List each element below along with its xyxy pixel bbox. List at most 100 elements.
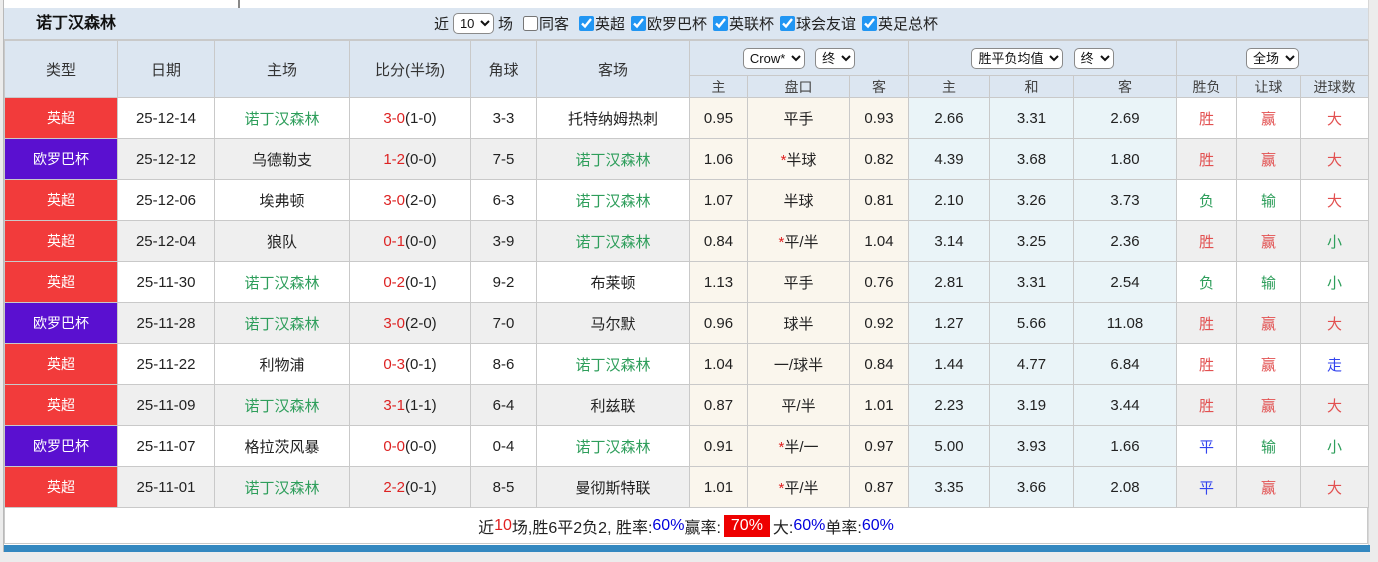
home-team-cell: 诺丁汉森林	[214, 466, 350, 508]
europe-home-odds: 2.23	[908, 384, 991, 426]
winloss-result: 胜	[1176, 97, 1238, 139]
summary-text: 大:	[772, 519, 794, 537]
sub-header-winloss: 胜负	[1176, 75, 1238, 98]
filter-controls: 近 10 场 同客 英超 欧罗巴杯 英联杯 球会友谊 英足总杯	[434, 13, 938, 35]
handicap-company-select[interactable]: Crow*	[742, 47, 805, 69]
winloss-result: 胜	[1176, 384, 1238, 426]
score-cell: 3-1(1-1)	[349, 384, 471, 426]
league-badge: 英超	[4, 97, 118, 139]
away-team-cell: 曼彻斯特联	[536, 466, 690, 508]
handicap-line-cell: 平手	[747, 261, 850, 303]
handicap-away-odds: 0.82	[848, 138, 910, 180]
same-away-label: 同客	[538, 16, 569, 33]
europe-home-odds: 3.35	[908, 466, 991, 508]
winloss-result: 胜	[1176, 343, 1238, 385]
sub-header-hcap-away: 客	[848, 75, 910, 98]
europe-draw-odds: 3.68	[989, 138, 1075, 180]
league-checkbox[interactable]	[780, 15, 796, 31]
europe-home-odds: 2.66	[908, 97, 991, 139]
europe-away-odds: 1.66	[1073, 425, 1178, 467]
halftime-score: (0-1)	[405, 478, 437, 496]
sub-header-hcap-home: 主	[689, 75, 748, 98]
handicap-away-odds: 0.92	[848, 302, 910, 344]
date-cell: 25-11-30	[117, 261, 215, 303]
europe-away-odds: 3.44	[1073, 384, 1178, 426]
home-team-cell: 诺丁汉森林	[214, 97, 350, 139]
halftime-score: (0-1)	[405, 355, 437, 373]
league-checkbox[interactable]	[713, 15, 729, 31]
winloss-result: 胜	[1176, 302, 1238, 344]
handicap-change-star: *	[778, 479, 785, 497]
goals-result: 大	[1300, 179, 1370, 221]
percent-value: 60%	[652, 516, 685, 534]
match-history-table: 类型 日期 主场 比分(半场) 角球 客场 Crow* 终 胜平负均值 终 全场	[4, 40, 1370, 508]
europe-home-odds: 2.81	[908, 261, 991, 303]
handicap-result: 赢	[1236, 384, 1302, 426]
handicap-home-odds: 0.96	[689, 302, 748, 344]
goals-result: 大	[1300, 302, 1370, 344]
percent-value: 60%	[793, 516, 826, 534]
sub-header-euro-home: 主	[908, 75, 991, 98]
win-rate-badge: 70%	[723, 514, 770, 537]
match-row: 欧罗巴杯 25-12-12 乌德勒支 1-2(0-0) 7-5 诺丁汉森林 1.06 *半球 0…	[4, 138, 1370, 180]
halftime-score: (1-1)	[405, 396, 437, 414]
europe-draw-odds: 3.93	[989, 425, 1075, 467]
match-row: 英超 25-11-09 诺丁汉森林 3-1(1-1) 6-4 利兹联 0.87 平/半 1.01…	[4, 384, 1370, 426]
league-badge: 英超	[4, 384, 118, 426]
goals-result: 大	[1300, 138, 1370, 180]
handicap-result: 输	[1236, 425, 1302, 467]
same-away-checkbox[interactable]	[522, 16, 538, 31]
handicap-time-select[interactable]: 终	[815, 47, 856, 69]
league-checkbox[interactable]	[862, 15, 878, 31]
league-filter: 欧罗巴杯	[625, 13, 707, 34]
handicap-away-odds: 0.93	[848, 97, 910, 139]
league-label: 英超	[594, 15, 625, 33]
summary-text: 单率:	[825, 519, 862, 537]
league-checkbox[interactable]	[578, 15, 594, 31]
date-cell: 25-11-07	[117, 425, 215, 467]
europe-odds-select[interactable]: 胜平负均值	[971, 47, 1064, 69]
result-group-header: 全场	[1176, 40, 1370, 76]
europe-draw-odds: 3.19	[989, 384, 1075, 426]
handicap-home-odds: 0.95	[689, 97, 748, 139]
match-row: 英超 25-11-01 诺丁汉森林 2-2(0-1) 8-5 曼彻斯特联 1.01 *平/半 0…	[4, 466, 1370, 508]
handicap-result: 输	[1236, 179, 1302, 221]
handicap-result: 赢	[1236, 220, 1302, 262]
score-cell: 3-0(2-0)	[349, 179, 471, 221]
score-cell: 0-2(0-1)	[349, 261, 471, 303]
away-team-cell: 布莱顿	[536, 261, 690, 303]
score-cell: 1-2(0-0)	[349, 138, 471, 180]
league-label: 欧罗巴杯	[647, 15, 708, 33]
result-scope-select[interactable]: 全场	[1246, 47, 1300, 69]
match-row: 英超 25-12-04 狼队 0-1(0-0) 3-9 诺丁汉森林 0.84 *平/半 1.04…	[4, 220, 1370, 262]
home-team-cell: 诺丁汉森林	[214, 302, 350, 344]
europe-draw-odds: 3.25	[989, 220, 1075, 262]
col-header-away: 客场	[536, 40, 690, 98]
sub-header-goals: 进球数	[1300, 75, 1370, 98]
league-badge: 欧罗巴杯	[4, 138, 118, 180]
score-cell: 0-0(0-0)	[349, 425, 471, 467]
handicap-line-cell: *半/一	[747, 425, 850, 467]
europe-home-odds: 5.00	[908, 425, 991, 467]
recent-count-select[interactable]: 10	[452, 13, 494, 34]
handicap-line-cell: 平/半	[747, 384, 850, 426]
league-checkbox[interactable]	[631, 15, 646, 31]
handicap-line-cell: 平手	[747, 97, 850, 139]
handicap-away-odds: 0.87	[848, 466, 910, 508]
date-cell: 25-12-12	[117, 138, 215, 180]
league-badge: 欧罗巴杯	[4, 425, 118, 467]
sub-header-euro-away: 客	[1073, 75, 1178, 98]
handicap-away-odds: 0.76	[848, 261, 910, 303]
sub-header-euro-draw: 和	[989, 75, 1075, 98]
date-cell: 25-11-28	[117, 302, 215, 344]
europe-away-odds: 3.73	[1073, 179, 1178, 221]
europe-time-select[interactable]: 终	[1073, 47, 1114, 69]
summary-row: 近 10 场,胜6平2负2, 胜率: 60% 赢率: 70% 大: 60% 单率: 60%	[4, 508, 1368, 544]
europe-group-header: 胜平负均值 终	[908, 40, 1178, 76]
league-badge: 英超	[4, 179, 118, 221]
score-cell: 0-1(0-0)	[349, 220, 471, 262]
fulltime-score: 3-0	[383, 314, 405, 332]
away-team-cell: 诺丁汉森林	[536, 179, 690, 221]
handicap-result: 赢	[1236, 302, 1302, 344]
top-strip	[4, 0, 1368, 8]
